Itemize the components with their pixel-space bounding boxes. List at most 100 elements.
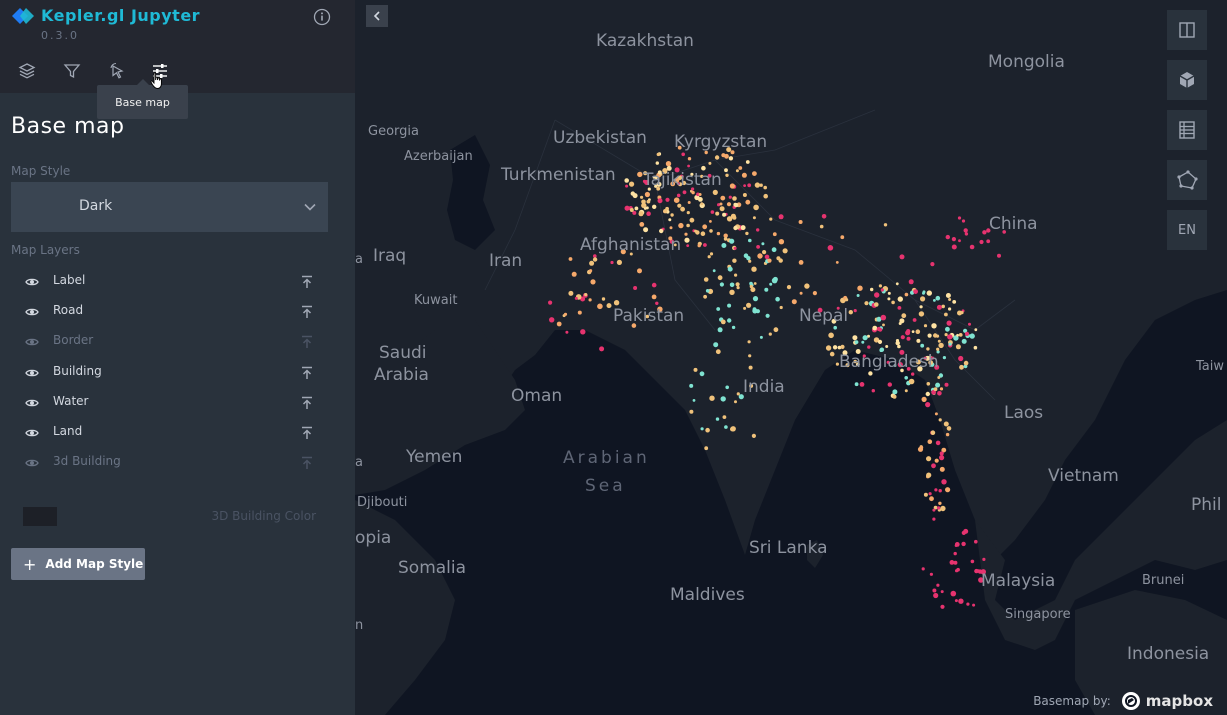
data-point — [880, 288, 884, 292]
move-to-top-icon[interactable] — [301, 456, 313, 470]
legend-button[interactable] — [1167, 110, 1207, 150]
map-place-label: Singapore — [1005, 607, 1071, 622]
data-point — [932, 588, 937, 593]
data-point — [568, 290, 574, 296]
map-place-label: Turkmenistan — [501, 165, 616, 185]
data-point — [665, 161, 672, 167]
map-place-label: n — [355, 618, 364, 633]
data-point — [763, 193, 768, 199]
mapbox-wordmark[interactable]: mapbox — [1146, 692, 1213, 710]
data-point — [692, 399, 696, 402]
data-point — [900, 335, 905, 340]
data-point — [919, 305, 923, 309]
info-icon[interactable] — [313, 8, 331, 26]
data-point — [646, 199, 651, 204]
map-place-label: Djibouti — [357, 495, 408, 510]
mapbox-logo-icon[interactable] — [1121, 691, 1141, 711]
data-point — [883, 223, 888, 227]
data-point — [930, 262, 935, 267]
map-place-label: Afghanistan — [580, 235, 682, 255]
move-to-top-icon[interactable] — [301, 366, 313, 380]
move-to-top-icon[interactable] — [301, 305, 313, 319]
move-to-top-icon[interactable] — [301, 275, 313, 289]
data-point — [913, 289, 918, 294]
map-place-label: Indonesia — [1127, 644, 1210, 664]
data-point — [712, 269, 716, 273]
data-point — [656, 152, 660, 157]
data-point — [753, 204, 759, 211]
data-point — [746, 302, 752, 308]
eye-icon[interactable] — [25, 366, 39, 380]
tab-interactions[interactable] — [106, 60, 128, 82]
eye-icon[interactable] — [25, 335, 39, 349]
data-point — [703, 294, 707, 299]
data-point — [859, 382, 865, 387]
split-map-button[interactable] — [1167, 10, 1207, 50]
eye-icon[interactable] — [25, 456, 39, 470]
map-layer-row: Land — [11, 420, 328, 446]
map-place-label: Sea — [585, 476, 626, 496]
data-point — [724, 168, 728, 173]
map-style-select[interactable]: Dark — [11, 182, 328, 232]
data-point — [904, 292, 909, 297]
move-to-top-icon[interactable] — [301, 396, 313, 410]
data-point — [825, 345, 832, 351]
3d-view-button[interactable] — [1167, 60, 1207, 100]
data-point — [686, 211, 690, 215]
data-point — [624, 178, 629, 183]
data-point — [958, 598, 964, 604]
data-point — [625, 184, 629, 188]
data-point — [719, 282, 724, 287]
data-point — [716, 307, 721, 311]
data-point — [729, 289, 735, 295]
data-point — [629, 208, 634, 212]
data-point — [734, 400, 737, 404]
data-point — [939, 466, 945, 472]
data-point — [958, 355, 964, 362]
data-point — [982, 557, 986, 562]
data-point — [616, 259, 622, 265]
eye-icon[interactable] — [25, 305, 39, 319]
data-point — [580, 329, 586, 335]
move-to-top-icon[interactable] — [301, 426, 313, 440]
building-color-swatch[interactable] — [23, 507, 57, 526]
data-point — [727, 303, 732, 308]
data-point — [920, 296, 926, 302]
data-point — [925, 391, 930, 397]
map-place-label: Maldives — [670, 585, 745, 605]
data-point — [956, 333, 959, 337]
data-point — [945, 293, 951, 298]
data-point — [753, 282, 757, 285]
data-point — [867, 345, 871, 349]
tab-layers[interactable] — [16, 60, 38, 82]
eye-icon[interactable] — [25, 396, 39, 410]
data-point — [952, 300, 957, 304]
move-to-top-icon[interactable] — [301, 335, 313, 349]
data-point — [756, 245, 760, 249]
data-point — [854, 382, 859, 387]
data-point — [689, 409, 694, 414]
locale-button[interactable]: EN — [1167, 210, 1207, 250]
data-point — [874, 302, 879, 307]
eye-icon[interactable] — [25, 275, 39, 289]
data-point — [931, 463, 936, 469]
draw-polygon-button[interactable] — [1167, 160, 1207, 200]
eye-icon[interactable] — [25, 426, 39, 440]
basemap — [355, 0, 1227, 715]
data-point — [871, 389, 875, 393]
data-point — [941, 479, 947, 485]
collapse-sidebar-button[interactable] — [366, 5, 388, 27]
map-place-label: China — [989, 214, 1038, 234]
map-view[interactable]: Kazakhstan Mongolia Uzbekistan Kyrgyzstan Ge… — [355, 0, 1227, 715]
tab-filters[interactable] — [61, 60, 83, 82]
add-map-style-button[interactable]: + Add Map Style — [11, 548, 145, 580]
data-point — [748, 354, 752, 358]
data-point — [853, 309, 857, 313]
data-point — [716, 231, 721, 236]
data-point — [720, 319, 726, 325]
data-point — [727, 318, 732, 323]
data-point — [651, 294, 657, 300]
data-point — [979, 239, 984, 245]
data-point — [752, 308, 758, 314]
data-point — [725, 385, 729, 390]
